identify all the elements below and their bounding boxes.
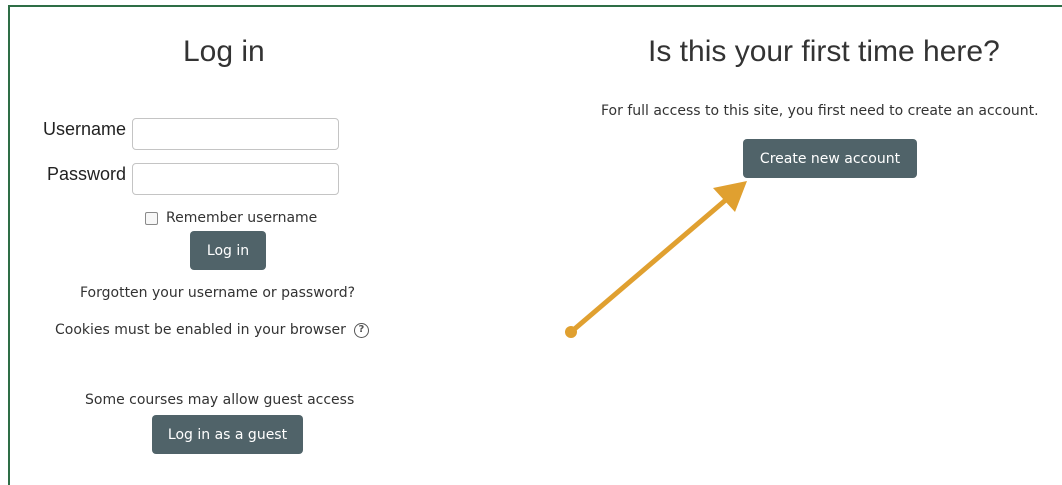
login-button[interactable]: Log in [190,231,266,270]
password-label: Password [46,164,126,184]
guest-access-note: Some courses may allow guest access [85,392,355,408]
cookies-notice: Cookies must be enabled in your browser … [55,320,369,340]
account-access-note: For full access to this site, you first … [601,103,1039,119]
remember-username-row[interactable]: Remember username [145,208,317,228]
remember-username-label: Remember username [166,210,318,226]
username-input[interactable] [132,118,339,150]
username-label: Username [42,119,126,139]
create-account-button[interactable]: Create new account [743,139,917,178]
page-frame [8,5,1062,485]
remember-username-checkbox[interactable] [145,211,158,225]
help-icon[interactable]: ? [353,322,369,338]
first-time-heading: Is this your first time here? [648,35,1000,68]
forgot-password-link[interactable]: Forgotten your username or password? [80,283,355,303]
password-input[interactable] [132,163,339,195]
login-heading: Log in [183,35,265,68]
guest-login-button[interactable]: Log in as a guest [152,415,303,454]
cookies-notice-text: Cookies must be enabled in your browser [55,322,346,338]
